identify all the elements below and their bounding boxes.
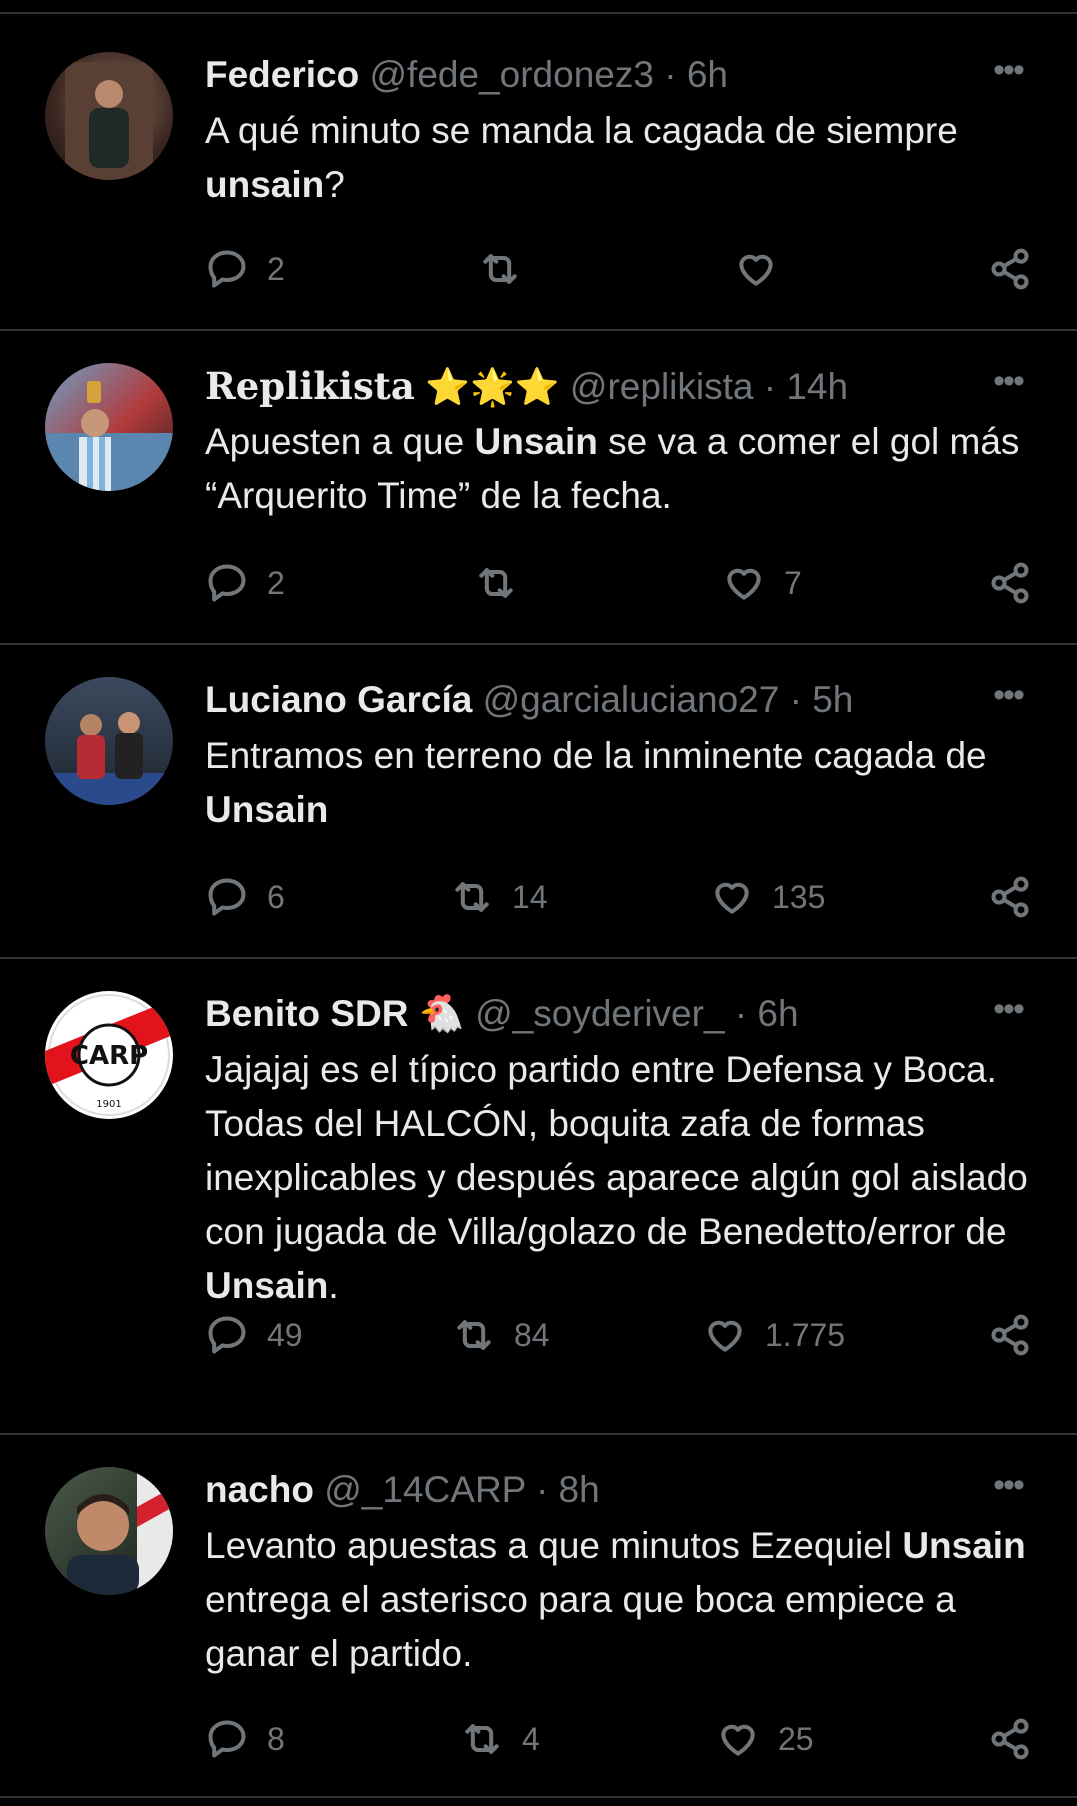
tweet-card[interactable]: CARP 1901 Benito SDR 🐔 @_soyderiver_ · 6…: [0, 959, 1077, 1434]
more-options-icon[interactable]: •••: [983, 50, 1033, 100]
like-count: 135: [772, 878, 826, 915]
like-button[interactable]: 7: [722, 553, 802, 613]
heart-icon: [739, 254, 773, 286]
share-button[interactable]: [988, 1305, 1032, 1365]
share-icon: [991, 1718, 1029, 1760]
tweet-card[interactable]: Replikista ⭐🌟⭐ @replikista · 14h ••• Apu…: [0, 331, 1077, 643]
heart-icon: [727, 568, 761, 600]
share-icon: [991, 876, 1029, 918]
share-button[interactable]: [988, 1709, 1032, 1769]
like-count: 1.775: [765, 1316, 846, 1353]
tweet-actions: 49 84 1.775: [0, 1305, 1077, 1365]
retweet-button[interactable]: [478, 239, 540, 299]
tweet-actions: [0, 1177, 1077, 1237]
retweet-button[interactable]: 4: [460, 1709, 540, 1769]
more-options-icon[interactable]: •••: [983, 361, 1033, 411]
reply-icon: [208, 250, 246, 288]
avatar[interactable]: CARP 1901: [45, 991, 173, 1119]
like-button[interactable]: 25: [716, 1709, 814, 1769]
heart-icon: [721, 1724, 755, 1756]
heart-icon: [708, 1320, 742, 1352]
retweet-count: 4: [522, 1720, 540, 1757]
reply-button[interactable]: 2: [205, 239, 285, 299]
reply-icon: [208, 878, 246, 916]
more-options-icon[interactable]: •••: [983, 1465, 1033, 1515]
like-button[interactable]: 135: [710, 867, 825, 927]
retweet-icon: [479, 568, 513, 598]
reply-count: 2: [267, 250, 285, 287]
like-count: 7: [784, 564, 802, 601]
heart-icon: [715, 882, 749, 914]
tweet-text: Entramos en terreno de la inminente caga…: [205, 735, 987, 830]
tweet-header: Federico @fede_ordonez3 · 6h: [205, 50, 997, 100]
tweet-text: Levanto apuestas a que minutos Ezequiel …: [205, 1525, 1026, 1674]
handle-time[interactable]: @garcialuciano27 · 5h: [483, 679, 854, 720]
handle-time[interactable]: @_soyderiver_ · 6h: [475, 993, 798, 1034]
avatar-badge-text: CARP: [70, 1041, 148, 1071]
tweet-header: Replikista ⭐🌟⭐ @replikista · 14h: [205, 361, 997, 411]
divider: [0, 1796, 1077, 1798]
retweet-count: 84: [514, 1316, 550, 1353]
display-name[interactable]: Benito SDR: [205, 993, 409, 1034]
reply-count: 49: [267, 1316, 303, 1353]
avatar[interactable]: [45, 52, 173, 180]
retweet-button[interactable]: [474, 553, 536, 613]
reply-button[interactable]: 2: [205, 553, 285, 613]
tweet-header: Benito SDR 🐔 @_soyderiver_ · 6h: [205, 989, 997, 1039]
like-button[interactable]: [734, 239, 796, 299]
tweet-header: nacho @_14CARP · 8h: [205, 1465, 997, 1515]
display-name[interactable]: Luciano García: [205, 679, 472, 720]
like-button[interactable]: 1.775: [703, 1305, 845, 1365]
reply-count: 2: [267, 564, 285, 601]
tweet-actions: 2: [0, 239, 1077, 299]
share-icon: [991, 248, 1029, 290]
retweet-icon: [465, 1724, 499, 1754]
handle-time[interactable]: @fede_ordonez3 · 6h: [370, 54, 728, 95]
retweet-icon: [457, 1320, 491, 1350]
display-name[interactable]: Replikista: [205, 364, 415, 408]
reply-button[interactable]: 8: [205, 1709, 285, 1769]
tweet-actions: 8 4 25: [0, 1709, 1077, 1769]
reply-button[interactable]: 6: [205, 867, 285, 927]
verified-badges: ⭐🌟⭐: [425, 366, 560, 407]
share-button[interactable]: [988, 239, 1032, 299]
retweet-button[interactable]: 84: [452, 1305, 550, 1365]
handle-time[interactable]: @replikista · 14h: [570, 366, 848, 407]
tweet-header: Luciano García @garcialuciano27 · 5h: [205, 675, 997, 725]
reply-count: 6: [267, 878, 285, 915]
display-name[interactable]: nacho: [205, 1469, 314, 1510]
retweet-icon: [455, 882, 489, 912]
display-name[interactable]: Federico: [205, 54, 359, 95]
retweet-button[interactable]: 14: [450, 867, 548, 927]
avatar[interactable]: [45, 1467, 173, 1595]
avatar[interactable]: [45, 363, 173, 491]
reply-icon: [208, 564, 246, 602]
reply-icon: [208, 1720, 246, 1758]
chicken-emoji-badge: 🐔: [418, 993, 465, 1034]
like-count: 25: [778, 1720, 814, 1757]
share-icon: [991, 562, 1029, 604]
share-button[interactable]: [988, 553, 1032, 613]
avatar[interactable]: [45, 677, 173, 805]
more-options-icon[interactable]: •••: [983, 989, 1033, 1039]
tweet-card[interactable]: Federico @fede_ordonez3 · 6h ••• A qué m…: [0, 14, 1077, 330]
tweet-text: Apuesten a que Unsain se va a comer el g…: [205, 421, 1020, 516]
tweet-actions: 2 7: [0, 553, 1077, 613]
tweet-card[interactable]: Luciano García @garcialuciano27 · 5h •••…: [0, 645, 1077, 957]
tweet-text: A qué minuto se manda la cagada de siemp…: [205, 110, 958, 205]
handle-time[interactable]: @_14CARP · 8h: [324, 1469, 599, 1510]
avatar-badge-year: 1901: [96, 1099, 121, 1110]
reply-button[interactable]: 49: [205, 1305, 303, 1365]
tweet-actions: 6 14 135: [0, 867, 1077, 927]
more-options-icon[interactable]: •••: [983, 675, 1033, 725]
retweet-icon: [483, 254, 517, 284]
share-button[interactable]: [988, 867, 1032, 927]
reply-count: 8: [267, 1720, 285, 1757]
reply-icon: [208, 1316, 246, 1354]
share-icon: [991, 1314, 1029, 1356]
tweet-card[interactable]: nacho @_14CARP · 8h ••• Levanto apuestas…: [0, 1435, 1077, 1795]
retweet-count: 14: [512, 878, 548, 915]
